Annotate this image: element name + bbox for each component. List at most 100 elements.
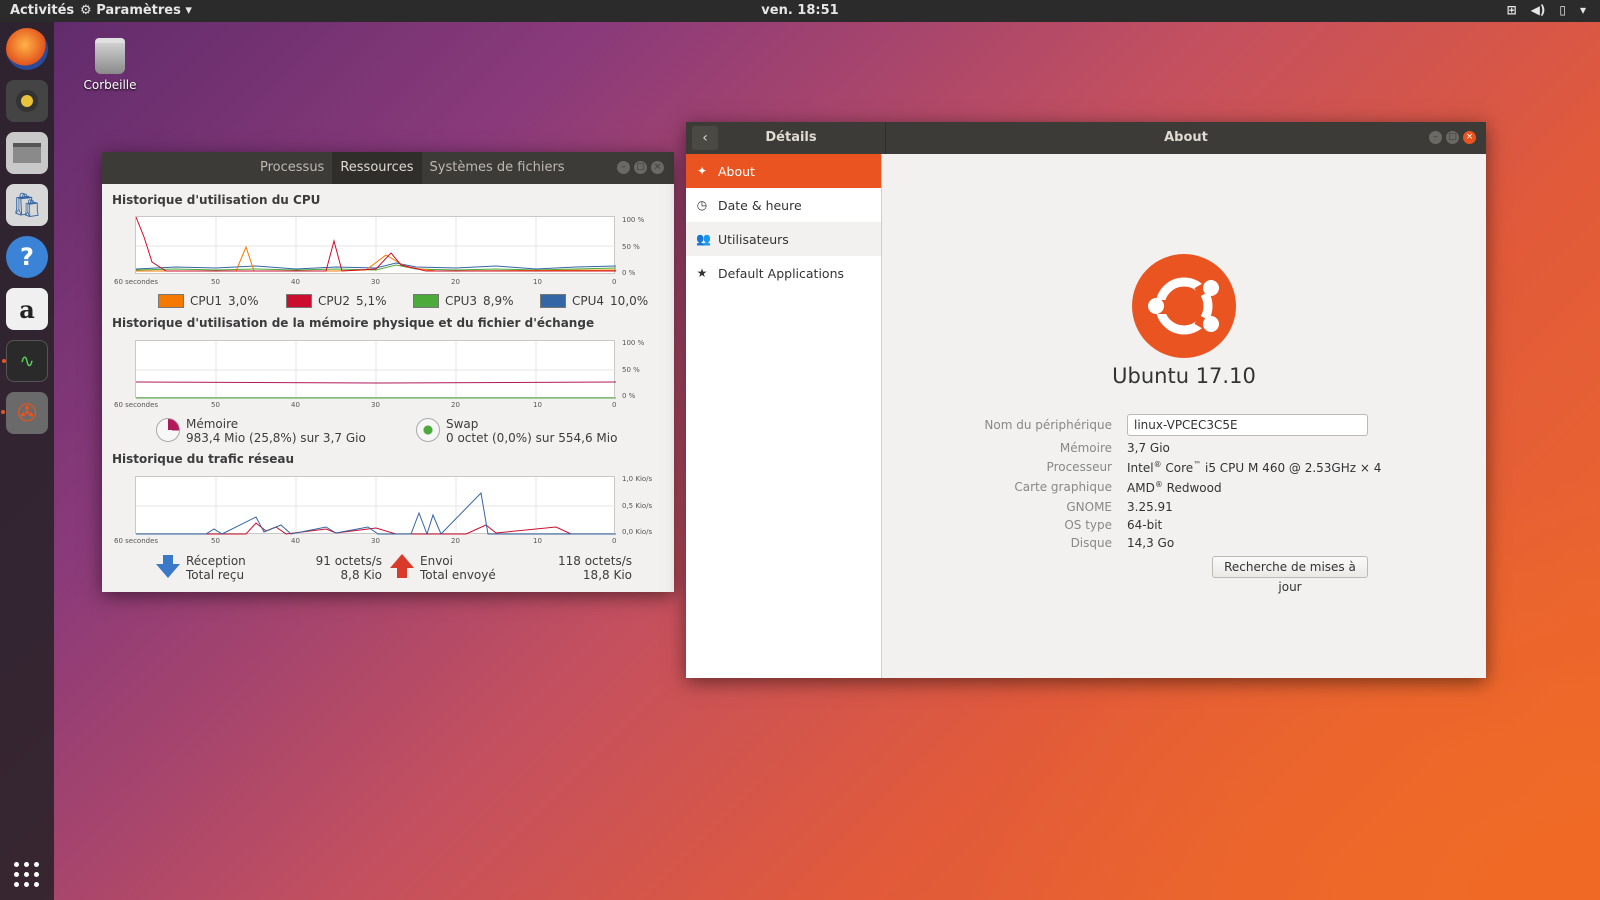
cpu-y-50: 50 % — [622, 243, 640, 251]
cpu4-value: 10,0% — [610, 294, 649, 308]
show-applications-icon[interactable] — [14, 862, 40, 888]
system-monitor-titlebar[interactable]: Processus Ressources Systèmes de fichier… — [102, 152, 674, 184]
system-tray[interactable]: ⊞ ◀) ▯ ▾ — [1507, 3, 1586, 17]
receive-total-label: Total reçu — [186, 568, 245, 582]
cpu-x-20: 20 — [451, 278, 460, 286]
maximize-button[interactable]: □ — [634, 161, 647, 174]
sidebar-item-about[interactable]: ✦ About — [686, 154, 881, 188]
minimize-button[interactable]: – — [1429, 131, 1442, 144]
chevron-down-icon[interactable]: ▾ — [1580, 3, 1586, 17]
mem-x-0: 0 — [612, 401, 617, 409]
top-bar: Activités ⚙ Paramètres ▾ ven. 18:51 ⊞ ◀)… — [0, 0, 1600, 22]
network-history-title: Historique du trafic réseau — [112, 452, 294, 466]
tab-resources[interactable]: Ressources — [332, 152, 422, 184]
mem-x-60: 60 secondes — [114, 401, 159, 409]
back-button[interactable]: ‹ — [692, 126, 718, 150]
users-icon: 👥 — [696, 232, 711, 246]
graphics-value: AMD® Redwood — [1127, 480, 1222, 495]
amazon-icon[interactable]: a — [6, 288, 48, 330]
device-name-input[interactable] — [1127, 414, 1368, 436]
cpu4-legend[interactable]: CPU4 10,0% — [540, 294, 648, 308]
swap-pie-icon[interactable] — [416, 418, 440, 442]
sparkle-icon: ✦ — [696, 164, 708, 178]
volume-icon[interactable]: ◀) — [1531, 3, 1546, 17]
cpu-graph — [135, 216, 616, 275]
tab-filesystems[interactable]: Systèmes de fichiers — [422, 152, 573, 184]
sidebar-item-label: Default Applications — [718, 265, 845, 281]
sidebar-item-date-time[interactable]: ◷ Date & heure — [686, 188, 881, 222]
desktop-trash[interactable]: Corbeille — [80, 38, 140, 92]
dock: 🛍 ? a ∿ ✇ — [0, 22, 54, 900]
send-rate: 118 octets/s — [558, 554, 632, 568]
net-x-40: 40 — [291, 537, 300, 545]
clock[interactable]: ven. 18:51 — [760, 3, 840, 18]
cpu2-color-swatch[interactable] — [286, 294, 312, 308]
mem-x-30: 30 — [371, 401, 380, 409]
cpu1-color-swatch[interactable] — [158, 294, 184, 308]
cpu2-legend[interactable]: CPU2 5,1% — [286, 294, 387, 308]
os-name: Ubuntu 17.10 — [1112, 364, 1256, 388]
network-icon[interactable]: ⊞ — [1507, 3, 1517, 17]
receive-rate: 91 octets/s — [315, 554, 382, 568]
cpu4-color-swatch[interactable] — [540, 294, 566, 308]
cpu-x-60: 60 secondes — [114, 278, 159, 286]
battery-icon[interactable]: ▯ — [1559, 3, 1566, 17]
cpu1-legend[interactable]: CPU1 3,0% — [158, 294, 259, 308]
settings-titlebar[interactable]: ‹ Détails About – □ × — [686, 122, 1486, 154]
disk-value: 14,3 Go — [1127, 536, 1175, 550]
settings-window: ‹ Détails About – □ × ✦ About ◷ Date & h… — [686, 122, 1486, 678]
settings-icon[interactable]: ✇ — [1, 392, 48, 434]
tab-bar: Processus Ressources Systèmes de fichier… — [252, 152, 573, 184]
cpu3-value: 8,9% — [483, 294, 514, 308]
tab-processes[interactable]: Processus — [252, 152, 332, 184]
cpu-x-0: 0 — [612, 278, 617, 286]
cpu-x-30: 30 — [371, 278, 380, 286]
firefox-icon[interactable] — [6, 28, 48, 70]
mem-y-0: 0 % — [622, 392, 636, 400]
files-icon[interactable] — [6, 132, 48, 174]
sidebar-item-label: Utilisateurs — [718, 231, 789, 247]
window-buttons: – □ × — [1429, 131, 1476, 144]
cpu-x-10: 10 — [533, 278, 542, 286]
system-monitor-icon[interactable]: ∿ — [2, 340, 48, 382]
about-title: About — [1164, 130, 1208, 145]
net-x-10: 10 — [533, 537, 542, 545]
memory-pie-icon[interactable] — [156, 418, 180, 442]
cpu3-color-swatch[interactable] — [413, 294, 439, 308]
cpu-history-title: Historique d'utilisation du CPU — [112, 193, 321, 207]
ubuntu-logo-icon — [1132, 254, 1236, 358]
check-updates-button[interactable]: Recherche de mises à jour — [1212, 556, 1368, 594]
software-icon[interactable]: 🛍 — [6, 184, 48, 226]
minimize-button[interactable]: – — [617, 161, 630, 174]
maximize-button[interactable]: □ — [1446, 131, 1459, 144]
graphics-label: Carte graphique — [1014, 480, 1112, 494]
app-menu[interactable]: ⚙ Paramètres ▾ — [80, 3, 192, 18]
cpu-graph-svg — [136, 217, 616, 275]
help-icon[interactable]: ? — [6, 236, 48, 278]
gnome-value: 3.25.91 — [1127, 500, 1173, 514]
net-x-20: 20 — [451, 537, 460, 545]
send-label: Envoi — [420, 554, 453, 568]
receive-total: 8,8 Kio — [340, 568, 382, 582]
send-values: 118 octets/s 18,8 Kio — [532, 554, 632, 582]
send-total: 18,8 Kio — [582, 568, 632, 582]
receive-values: 91 octets/s 8,8 Kio — [302, 554, 382, 582]
mem-y-50: 50 % — [622, 366, 640, 374]
activities-button[interactable]: Activités — [10, 3, 74, 18]
cpu2-label: CPU2 — [318, 294, 351, 308]
memory-info: Mémoire 983,4 Mio (25,8%) sur 3,7 Gio — [186, 417, 366, 445]
close-button[interactable]: × — [651, 161, 664, 174]
memory-label: Mémoire — [186, 417, 239, 431]
sidebar-item-default-applications[interactable]: ★ Default Applications — [686, 256, 881, 290]
memory-label: Mémoire — [1059, 441, 1112, 455]
chevron-left-icon: ‹ — [702, 130, 708, 146]
processor-label: Processeur — [1046, 460, 1112, 474]
rhythmbox-icon[interactable] — [6, 80, 48, 122]
cpu-y-100: 100 % — [622, 216, 645, 224]
sidebar-item-users[interactable]: 👥 Utilisateurs — [686, 222, 881, 256]
gear-icon: ⚙ — [80, 3, 97, 18]
sidebar-item-label: About — [718, 163, 755, 179]
close-button[interactable]: × — [1463, 131, 1476, 144]
send-total-label: Total envoyé — [420, 568, 496, 582]
cpu3-legend[interactable]: CPU3 8,9% — [413, 294, 514, 308]
